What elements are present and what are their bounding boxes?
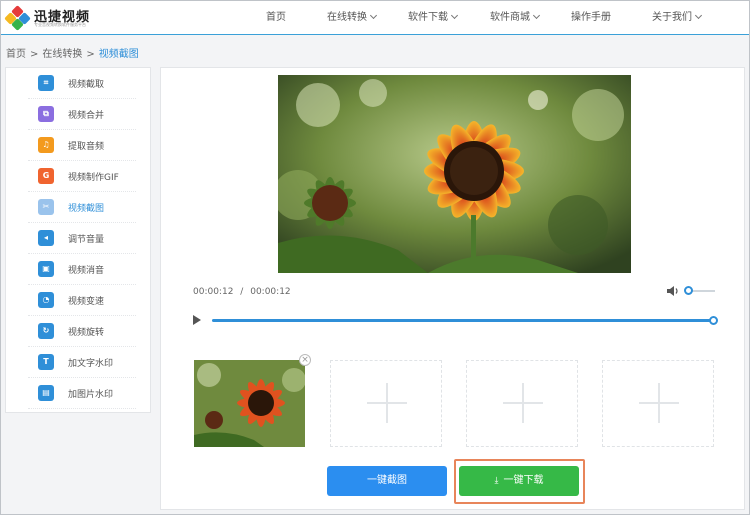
download-label: 一键下载 — [503, 475, 544, 486]
download-icon: ⤓ — [494, 476, 499, 486]
sidebar-item-label: 视频变速 — [68, 297, 105, 307]
image-watermark-icon: ▤ — [38, 385, 54, 401]
sidebar-item[interactable]: ▣ 视频消音 — [28, 254, 136, 285]
nav-item[interactable]: 操作手册 — [571, 1, 611, 35]
sidebar-item-label: 视频合并 — [68, 111, 105, 121]
remove-thumbnail-icon[interactable]: × — [299, 354, 311, 366]
nav-item-label: 操作手册 — [571, 12, 611, 23]
nav-item-label: 首页 — [266, 12, 286, 23]
nav-item[interactable]: 在线转换 — [327, 1, 378, 35]
sunflower-video-frame — [278, 75, 631, 273]
sidebar-item-label: 加文字水印 — [68, 359, 114, 369]
sunflower-thumbnail-image — [194, 360, 305, 447]
nav-item[interactable]: 关于我们 — [652, 1, 703, 35]
sidebar-item[interactable]: ◔ 视频变速 — [28, 285, 136, 316]
sidebar-item-label: 视频制作GIF — [68, 173, 119, 183]
sidebar-item[interactable]: ↻ 视频旋转 — [28, 316, 136, 347]
chevron-down-icon — [532, 11, 541, 20]
plus-icon — [367, 383, 407, 423]
breadcrumb: 首页 > 在线转换 > 视频截图 — [6, 45, 139, 60]
scissors-icon: ✂ — [38, 199, 54, 215]
sidebar-item[interactable]: ⌗ 视频截取 — [28, 68, 136, 99]
download-button[interactable]: ⤓ 一键下载 — [459, 466, 579, 496]
logo-icon — [4, 5, 31, 31]
progress-handle[interactable] — [709, 316, 718, 325]
headphones-icon: ♫ — [38, 137, 54, 153]
volume-icon: ◂ — [38, 230, 54, 246]
empty-screenshot-slot — [602, 360, 714, 447]
duration: 00:00:12 — [250, 287, 291, 297]
speed-icon: ◔ — [38, 292, 54, 308]
sidebar-item[interactable]: ◂ 调节音量 — [28, 223, 136, 254]
progress-bar[interactable] — [212, 319, 714, 322]
current-time: 00:00:12 — [193, 287, 234, 297]
plus-icon — [639, 383, 679, 423]
top-header: 迅捷视频 专业音视频转换软件服务平台 首页 在线转换 软件下载 软件商城 操作手册 关于我… — [1, 1, 749, 35]
time-display: 00:00:12 / 00:00:12 — [193, 287, 291, 297]
main-panel: 00:00:12 / 00:00:12 × 一键截图 ⤓ 一键下载 — [160, 67, 745, 510]
text-watermark-icon: T — [38, 354, 54, 370]
brand-tagline: 专业音视频转换软件服务平台 — [34, 22, 86, 27]
volume-icon[interactable] — [666, 285, 680, 297]
plus-icon — [503, 383, 543, 423]
breadcrumb-separator: > — [30, 49, 39, 60]
nav-item[interactable]: 软件下载 — [408, 1, 459, 35]
sidebar-item-label: 调节音量 — [68, 235, 105, 245]
sidebar-item-label: 视频截图 — [68, 204, 105, 214]
empty-screenshot-slot — [466, 360, 578, 447]
capture-label: 一键截图 — [367, 475, 407, 486]
nav-item-label: 软件商城 — [490, 12, 530, 23]
breadcrumb-parent[interactable]: 在线转换 — [42, 49, 82, 60]
video-preview[interactable] — [278, 75, 631, 273]
sidebar-item-label: 视频截取 — [68, 80, 105, 90]
chevron-down-icon — [450, 11, 459, 20]
breadcrumb-separator: > — [86, 49, 95, 60]
gif-icon: G — [38, 168, 54, 184]
sidebar-item[interactable]: T 加文字水印 — [28, 347, 136, 378]
time-separator: / — [240, 287, 244, 297]
nav-item-label: 关于我们 — [652, 12, 692, 23]
nav-item[interactable]: 首页 — [266, 1, 286, 35]
nav-item-label: 软件下载 — [408, 12, 448, 23]
play-icon[interactable] — [193, 315, 201, 325]
breadcrumb-home[interactable]: 首页 — [6, 49, 26, 60]
sidebar-item-label: 加图片水印 — [68, 390, 114, 400]
mute-icon: ▣ — [38, 261, 54, 277]
sidebar-item[interactable]: G 视频制作GIF — [28, 161, 136, 192]
nav-item[interactable]: 软件商城 — [490, 1, 541, 35]
sidebar-item-label: 视频旋转 — [68, 328, 105, 338]
breadcrumb-current: 视频截图 — [98, 49, 139, 60]
sidebar-item-label: 视频消音 — [68, 266, 105, 276]
sidebar-item[interactable]: ⧉ 视频合并 — [28, 99, 136, 130]
tool-sidebar: ⌗ 视频截取 ⧉ 视频合并 ♫ 提取音频 G 视频制作GIF ✂ 视频截图 ◂ 调节音量 ▣ 视频消音 ◔ 视… — [5, 67, 151, 413]
screenshot-thumbnail[interactable] — [194, 360, 305, 447]
volume-slider-handle[interactable] — [684, 286, 693, 295]
sidebar-item[interactable]: ♫ 提取音频 — [28, 130, 136, 161]
nav-item-label: 在线转换 — [327, 12, 367, 23]
sidebar-item[interactable]: ▤ 加图片水印 — [28, 378, 136, 409]
rotate-icon: ↻ — [38, 323, 54, 339]
logo[interactable]: 迅捷视频 专业音视频转换软件服务平台 — [4, 5, 96, 31]
chevron-down-icon — [369, 11, 378, 20]
empty-screenshot-slot — [330, 360, 442, 447]
chevron-down-icon — [694, 11, 703, 20]
capture-screenshot-button[interactable]: 一键截图 — [327, 466, 447, 496]
merge-icon: ⧉ — [38, 106, 54, 122]
sidebar-item-label: 提取音频 — [68, 142, 105, 152]
crop-icon: ⌗ — [38, 75, 54, 91]
sidebar-item[interactable]: ✂ 视频截图 — [28, 192, 136, 223]
